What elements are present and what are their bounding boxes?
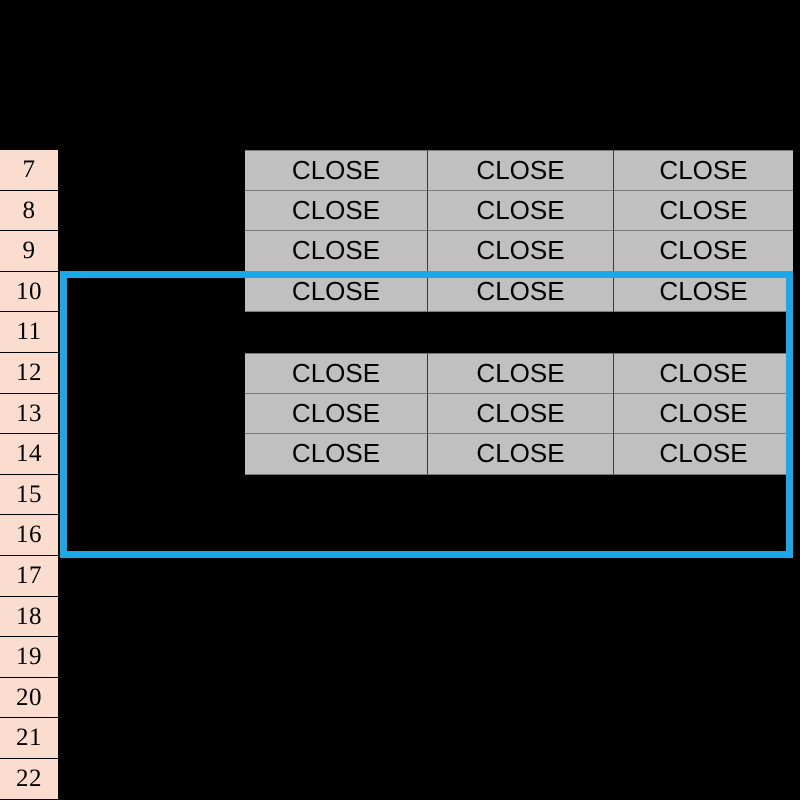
row-header[interactable]: 16 (0, 515, 58, 556)
table-row: CLOSE CLOSE CLOSE (245, 231, 793, 272)
close-cell[interactable]: CLOSE (245, 352, 428, 394)
close-cell[interactable]: CLOSE (245, 393, 428, 435)
close-cell[interactable]: CLOSE (245, 150, 428, 191)
table-row: CLOSE CLOSE CLOSE (245, 271, 793, 313)
table-row: CLOSE CLOSE CLOSE (245, 352, 793, 394)
close-cell[interactable]: CLOSE (614, 434, 793, 475)
close-cell[interactable]: CLOSE (614, 150, 793, 191)
close-cell[interactable]: CLOSE (428, 393, 614, 435)
row-header[interactable]: 21 (0, 718, 58, 759)
close-cell[interactable]: CLOSE (428, 434, 614, 475)
table-row: CLOSE CLOSE CLOSE (245, 190, 793, 232)
row-header[interactable]: 10 (0, 271, 58, 313)
data-grid: CLOSE CLOSE CLOSE CLOSE CLOSE CLOSE CLOSE CLOSE… (245, 150, 793, 475)
row-header[interactable]: 15 (0, 474, 58, 516)
row-header[interactable]: 13 (0, 393, 58, 435)
close-cell[interactable]: CLOSE (428, 231, 614, 272)
row-header[interactable]: 20 (0, 677, 58, 719)
close-cell[interactable]: CLOSE (614, 231, 793, 272)
close-cell[interactable]: CLOSE (428, 150, 614, 191)
close-cell[interactable]: CLOSE (428, 190, 614, 232)
empty-cell[interactable] (428, 312, 614, 353)
table-row (245, 312, 793, 353)
row-header[interactable]: 12 (0, 352, 58, 394)
spreadsheet-canvas: 7 8 9 10 11 12 13 14 15 16 17 18 19 20 21 22 CLOSE CLOSE… (0, 0, 800, 800)
row-header-gutter: 7 8 9 10 11 12 13 14 15 16 17 18 19 20 21 22 (0, 150, 58, 800)
close-cell[interactable]: CLOSE (245, 190, 428, 232)
row-header[interactable]: 19 (0, 637, 58, 678)
close-cell[interactable]: CLOSE (614, 271, 793, 313)
table-row: CLOSE CLOSE CLOSE (245, 434, 793, 475)
table-row: CLOSE CLOSE CLOSE (245, 393, 793, 435)
close-cell[interactable]: CLOSE (245, 434, 428, 475)
close-cell[interactable]: CLOSE (245, 271, 428, 313)
row-header[interactable]: 8 (0, 190, 58, 232)
close-cell[interactable]: CLOSE (614, 352, 793, 394)
row-header[interactable]: 7 (0, 150, 58, 191)
empty-cell[interactable] (614, 312, 793, 353)
table-row: CLOSE CLOSE CLOSE (245, 150, 793, 191)
row-header[interactable]: 18 (0, 596, 58, 638)
row-header[interactable]: 9 (0, 231, 58, 272)
row-header[interactable]: 17 (0, 555, 58, 597)
row-header[interactable]: 22 (0, 758, 58, 800)
empty-cell[interactable] (245, 312, 428, 353)
close-cell[interactable]: CLOSE (614, 190, 793, 232)
close-cell[interactable]: CLOSE (245, 231, 428, 272)
close-cell[interactable]: CLOSE (428, 271, 614, 313)
close-cell[interactable]: CLOSE (428, 352, 614, 394)
close-cell[interactable]: CLOSE (614, 393, 793, 435)
row-header[interactable]: 11 (0, 312, 58, 353)
row-header[interactable]: 14 (0, 434, 58, 475)
